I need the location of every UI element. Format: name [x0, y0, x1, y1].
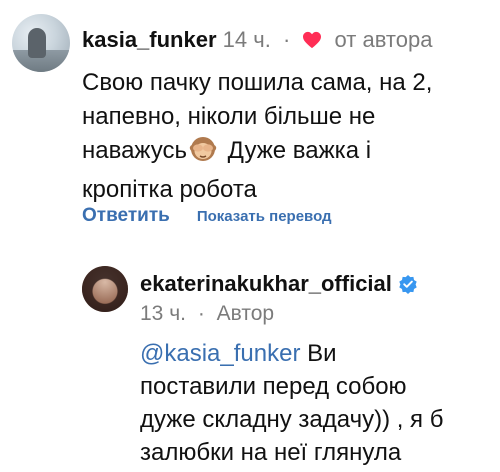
reply-text-line: дуже складну задачу)) , я б — [140, 406, 444, 433]
separator-dot: · — [197, 302, 205, 325]
separator-dot: · — [282, 27, 291, 52]
show-translation-button[interactable]: Показать перевод — [197, 208, 332, 225]
reply-text: @kasia_funker Ви поставили перед собою д… — [140, 337, 495, 469]
heart-icon — [302, 28, 322, 56]
reply-text-line: @kasia_funker Ви — [140, 337, 495, 370]
comment-header: kasia_funker 14 ч. · от автора — [82, 26, 432, 56]
author-badge: Автор — [216, 302, 275, 325]
avatar-photo-figure — [28, 28, 46, 58]
reply-avatar[interactable] — [82, 266, 128, 312]
comment-text-line: напевно, ніколи більше не — [82, 103, 376, 130]
comment-username[interactable]: kasia_funker — [82, 27, 217, 52]
comment-text-line: наважусь Дуже важка і — [82, 134, 492, 173]
comment-text: Свою пачку пошила сама, на 2, напевно, н… — [82, 66, 492, 207]
comment-text-line: Свою пачку пошила сама, на 2, — [82, 69, 433, 96]
reply-text-fragment: Ви — [300, 340, 337, 367]
verified-badge-icon — [398, 273, 418, 301]
reply-meta: 13 ч. · Автор — [140, 300, 274, 328]
comment-actions: Ответить Показать перевод — [82, 202, 332, 230]
reply-button[interactable]: Ответить — [82, 205, 170, 226]
comment-text-fragment: Дуже важка і — [221, 137, 372, 164]
avatar-photo-hair — [82, 266, 128, 312]
reply-time: 13 ч. — [140, 302, 186, 325]
see-no-evil-monkey-emoji-icon — [189, 135, 217, 173]
comment-text-fragment: наважусь — [82, 137, 187, 164]
liked-by-author-label: от автора — [334, 27, 433, 52]
mention-link[interactable]: @kasia_funker — [140, 340, 300, 367]
avatar[interactable] — [12, 14, 70, 72]
comment-time: 14 ч. — [222, 27, 271, 52]
reply-username[interactable]: ekaterinakukhar_official — [140, 271, 392, 296]
reply-header: ekaterinakukhar_official — [140, 270, 418, 301]
reply-text-line: поставили перед собою — [140, 373, 407, 400]
reply-text-line: залюбки на неї глянула — [140, 439, 402, 466]
